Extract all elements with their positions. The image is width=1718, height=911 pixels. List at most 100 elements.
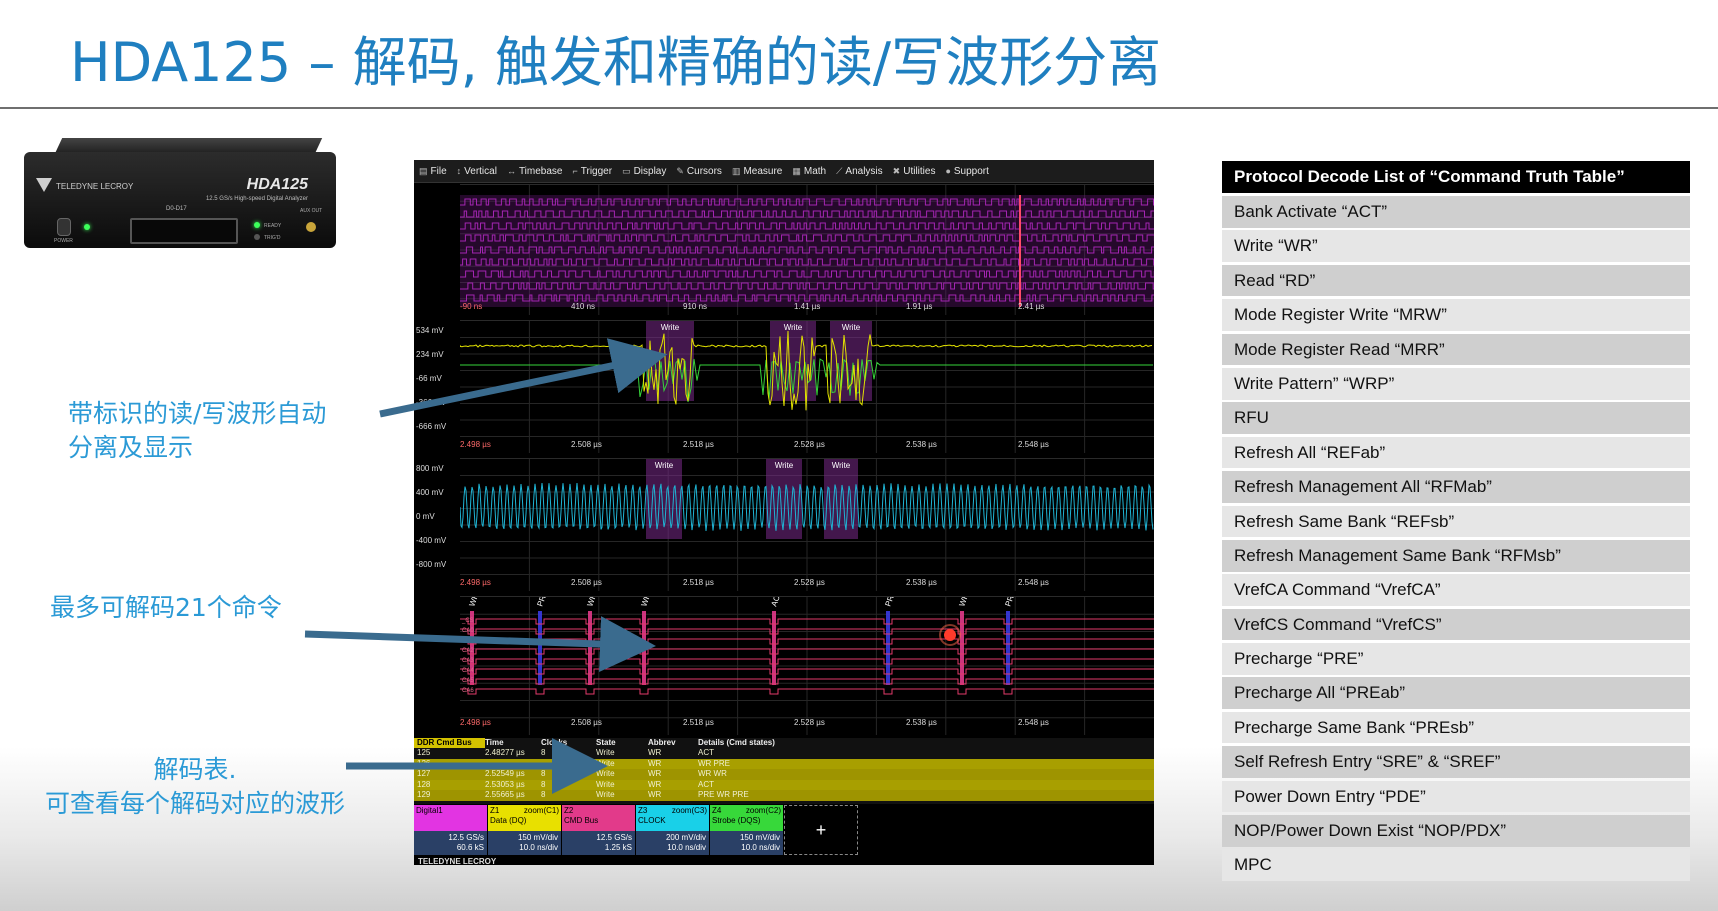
y-axis-label: 400 mV [416, 488, 444, 497]
decode-cell: 129 [417, 790, 431, 800]
menu-label: Analysis [845, 165, 883, 177]
descriptor-header: Z1 zoom(C1) Data (DQ) [488, 805, 561, 831]
menu-vertical[interactable]: ↕ Vertical [452, 166, 502, 177]
power-label: POWER [54, 238, 73, 244]
menu-file[interactable]: ▤ File [414, 166, 452, 177]
cmd-bus-panel: WR PRE WR WR ACT PRE WR PRE _CS CA0 CA1 CA2 CA3 CA4 CA… [460, 589, 1154, 735]
descriptor-value1: 150 mV/div [739, 833, 780, 842]
add-descriptor-button[interactable]: + [784, 805, 858, 855]
descriptor-value2: 60.6 kS [456, 843, 484, 852]
decode-cell: 128 [417, 779, 431, 789]
y-axis-label: -366 mV [416, 398, 447, 407]
decode-cell: 126 [417, 758, 431, 768]
hda125-device-image: TELEDYNE LECROY HDA125 12.5 GS/s High-sp… [18, 138, 338, 253]
command-list-item: Refresh Same Bank “REFsb” [1222, 505, 1690, 538]
decode-header-cell[interactable]: DDR Cmd Bus [414, 738, 485, 748]
decode-table-row[interactable]: 127 2.52549 µs 8 Write WR WR WR [414, 769, 1154, 780]
time-axis-label: 2.498 µs [460, 578, 491, 587]
decode-cell: ACT [698, 779, 714, 789]
clock-panel: Write Write Write [459, 458, 1154, 591]
decode-cell: 127 [417, 769, 431, 779]
decode-table-row[interactable]: 126 Write WR WR PRE [414, 758, 1154, 770]
time-axis-label: 2.548 µs [1018, 718, 1049, 727]
command-list-item: NOP/Power Down Exist “NOP/PDX” [1222, 815, 1690, 847]
aux-out-label: AUX OUT [300, 208, 323, 214]
decode-cell: 8 [541, 748, 546, 757]
command-list-header: Protocol Decode List of “Command Truth T… [1222, 161, 1690, 193]
ready-label: READY [264, 223, 282, 229]
descriptor-header: Z4 zoom(C2) Strobe (DQS) [710, 805, 783, 831]
command-list-items: Bank Activate “ACT” Write “WR” Read “RD” Mo… [1222, 196, 1690, 882]
device-brand: TELEDYNE LECROY [56, 182, 134, 191]
menu-timebase[interactable]: ↔ Timebase [502, 166, 568, 177]
decode-cell: 2.52549 µs [485, 769, 525, 779]
write-tag: Write [842, 323, 861, 332]
decode-cell: Write [596, 748, 615, 757]
descriptor-name: Z3 [638, 806, 648, 815]
command-list-item: Precharge All “PREab” [1222, 677, 1690, 710]
descriptor-z3[interactable]: Z3 zoom(C3) CLOCK 200 mV/div 10.0 ns/div [636, 805, 709, 855]
command-list-item: Refresh All “REFab” [1222, 436, 1690, 469]
command-list-item: Precharge “PRE” [1222, 643, 1690, 675]
dq-waveform: Write Write Write [459, 321, 1154, 453]
cmd-channel-label: CA1 [462, 638, 474, 644]
cmd-bus-waveform: WR PRE WR WR ACT PRE WR PRE_CSCA0CA1CA2CA3CA4CA… [460, 589, 1154, 735]
command-list-item: Self Refresh Entry “SRE” & “SREF” [1222, 746, 1690, 778]
y-axis-label: 0 mV [416, 512, 435, 521]
write-tag: Write [832, 461, 851, 470]
timebase-icon: ↔ [506, 166, 516, 176]
decode-table-row[interactable]: 125 2.48277 µs 8 Write WR ACT [414, 748, 1154, 759]
menu-utilities[interactable]: ✖ Utilities [888, 166, 941, 177]
menu-math[interactable]: ▦ Math [787, 166, 831, 177]
descriptor-values: 12.5 GS/s 60.6 kS [414, 831, 487, 855]
menu-label: Support [953, 165, 989, 177]
decode-header-cell[interactable]: Clocks [541, 738, 596, 748]
descriptor-digital1[interactable]: Digital1 12.5 GS/s 60.6 kS [414, 805, 487, 855]
command-list-item: Power Down Entry “PDE” [1222, 780, 1690, 813]
decode-table-row[interactable]: 129 2.55665 µs 8 Write WR PRE WR PRE [414, 790, 1154, 801]
display-icon: ▭ [622, 165, 631, 176]
annotation-rw-line1: 带标识的读/写波形自动 [68, 399, 327, 428]
descriptor-header: Z3 zoom(C3) CLOCK [636, 805, 709, 831]
descriptor-label: CLOCK [638, 816, 666, 825]
descriptor-values: 150 mV/div 10.0 ns/div [710, 831, 783, 855]
decode-cell: Write [596, 758, 615, 768]
decode-cell [485, 759, 541, 770]
decode-table-row[interactable]: 128 2.53053 µs 8 Write WR ACT [414, 779, 1154, 791]
descriptor-values: 12.5 GS/s 1.25 kS [562, 831, 635, 855]
menu-display[interactable]: ▭ Display [617, 166, 671, 177]
descriptor-z4[interactable]: Z4 zoom(C2) Strobe (DQS) 150 mV/div 10.0 ns/… [710, 805, 783, 855]
y-axis-label: 234 mV [416, 350, 444, 359]
math-icon: ▦ [792, 165, 801, 176]
cmd-decode-tag: WR [585, 597, 598, 608]
command-list-item: Bank Activate “ACT” [1222, 196, 1690, 228]
menu-label: Trigger [580, 165, 613, 177]
menu-trigger[interactable]: ⌐ Trigger [567, 166, 617, 177]
time-axis-label: 2.528 µs [794, 718, 825, 727]
menu-cursors[interactable]: ✎ Cursors [671, 166, 727, 177]
descriptor-value2: 1.25 kS [604, 843, 632, 852]
decode-cell: ACT [698, 748, 714, 757]
time-axis-label: 2.548 µs [1018, 578, 1049, 587]
decode-cell: WR WR [698, 769, 727, 779]
descriptor-z2[interactable]: Z2 CMD Bus 12.5 GS/s 1.25 kS [562, 805, 635, 855]
decode-cell: WR PRE [698, 758, 730, 768]
decode-header-cell[interactable]: State [596, 738, 648, 748]
decode-table[interactable]: DDR Cmd Bus Time Clocks State Abbrev Details … [414, 738, 1154, 804]
menu-analysis[interactable]: ⟋ Analysis [831, 166, 888, 177]
title-divider [0, 107, 1718, 109]
cmd-channel-label: CA0 [462, 628, 474, 634]
decode-header-cell[interactable]: Time [485, 738, 541, 748]
time-axis-label: 2.498 µs [460, 440, 491, 449]
descriptor-z1[interactable]: Z1 zoom(C1) Data (DQ) 150 mV/div 10.0 ns/div [488, 805, 561, 855]
decode-header-cell[interactable]: Details (Cmd states) [698, 738, 1154, 748]
menu-measure[interactable]: ▥ Measure [727, 166, 787, 177]
menu-support[interactable]: ● Support [940, 166, 993, 177]
command-truth-table-list: Protocol Decode List of “Command Truth T… [1222, 161, 1690, 884]
cmd-channel-label: CA4 [462, 668, 474, 674]
decode-header-cell[interactable]: Abbrev [648, 738, 698, 748]
y-axis-label: 534 mV [416, 326, 444, 335]
menu-label: Measure [743, 165, 783, 177]
digital-bus-band [460, 195, 1154, 307]
analysis-icon: ⟋ [836, 165, 843, 176]
